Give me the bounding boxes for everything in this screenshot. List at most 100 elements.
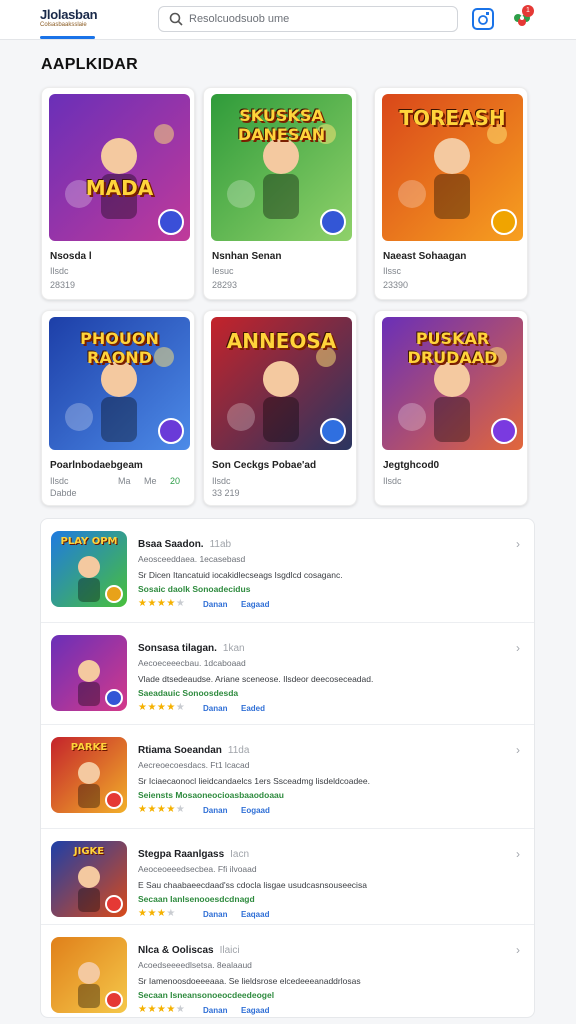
notification-badge: 1 [522,5,534,17]
app-subtitle: Aecoeceeecbau. 1dcaboaad [138,658,246,668]
platform-badge-icon [105,585,123,603]
app-downloads: 33 219 [212,488,240,498]
app-description: Sr Iamenoosdoeeeaaa. Se lieldsrose elced… [138,976,361,986]
list-item[interactable]: JIGKE Stegpa Raanlgass Iacn Aeoceoeeedsecbe… [41,829,534,925]
app-tag: Me [144,476,157,486]
thumbnail-title: PLAY OPM [60,536,118,547]
category-link[interactable]: Eaqaad [241,910,269,919]
app-title: Naeast Sohaagan [383,251,467,262]
empty-star: ★ [166,908,176,919]
app-thumbnail[interactable] [51,937,127,1013]
thumbnail-title: PARKE [70,742,108,753]
app-tag: 20 [170,476,181,486]
app-artwork[interactable]: TOREASH [382,94,523,241]
app-title: Nlca & Ooliscas Ilaici [138,945,240,956]
app-size: 11da [227,745,250,756]
app-feature-note: Seiensts Mosaoneocioasbaaodoaau [138,790,284,800]
category-link[interactable]: Eagaad [241,1006,269,1015]
empty-star: ★ [175,804,186,815]
list-item[interactable]: PLAY OPM Bsaa Saadon. 11ab Aeosceeddaea. 1e… [41,519,534,623]
app-card[interactable]: ANNEOSA Son Ceckgs Pobae'ad Ilsdc 33 219 [203,310,357,506]
app-logo[interactable]: Jlolasban Colsasbaaksslaie [40,8,98,39]
platform-badge-icon [158,209,184,235]
app-description: Vlade dtsedeaudse. Ariane sceneose. Ilsd… [138,674,374,684]
platform-badge-icon [158,418,184,444]
app-size: 1kan [222,643,245,654]
app-card[interactable]: TOREASH Naeast Sohaagan Ilssc 23390 [374,87,528,300]
app-subtitle: Aecreoecoesdacs. Ft1 lcacad [138,760,250,770]
rating-stars: ★★★★★ [138,804,185,815]
app-title: Nsosda l [50,251,92,262]
app-card[interactable]: PUSKAR DRUDAAD Jegtghcod0 Ilsdc [374,310,528,506]
platform-badge-icon [491,209,517,235]
chevron-right-icon[interactable]: › [516,943,520,957]
platform-badge-icon [320,418,346,444]
app-downloads: Dabde [50,488,77,498]
app-title: Rtiama Soeandan 11da [138,745,249,756]
developer-link[interactable]: Danan [203,910,227,919]
platform-badge-icon [105,791,123,809]
top-bar: Jlolasban Colsasbaaksslaie 1 [0,0,576,40]
chevron-right-icon[interactable]: › [516,641,520,655]
app-thumbnail[interactable]: JIGKE [51,841,127,917]
search-bar[interactable] [158,6,458,32]
developer-link[interactable]: Danan [203,704,227,713]
app-card[interactable]: SKUSKSA DANESAN Nsnhan Senan Iesuc 28293 [203,87,357,300]
filled-stars: ★★★ [138,908,167,919]
platform-badge-icon [105,689,123,707]
app-feature-note: Sosaic daolk Sonoadecidus [138,584,251,594]
app-artwork[interactable]: PHOUON RAOND [49,317,190,450]
app-artwork[interactable]: MADA [49,94,190,241]
active-tab-indicator [40,36,95,39]
chevron-right-icon[interactable]: › [516,847,520,861]
artwork-title: ANNEOSA [226,329,337,353]
list-item[interactable]: PARKE Rtiama Soeandan 11da Aecreoecoesdacs.… [41,725,534,829]
app-subtitle: Acoedseeeedlsetsa. 8ealaaud [138,960,252,970]
filled-stars: ★★★★ [138,702,176,713]
rating-stars: ★★★★★ [138,598,185,609]
app-artwork[interactable]: SKUSKSA DANESAN [211,94,352,241]
search-input[interactable] [189,11,449,27]
app-title: Stegpa Raanlgass Iacn [138,849,249,860]
app-card[interactable]: MADA Nsosda l Ilsdc 28319 [41,87,195,300]
platform-badge-icon [320,209,346,235]
app-card[interactable]: PHOUON RAOND Poarlnbodaebgeam Ilsdc Dabde Ma… [41,310,195,506]
list-item[interactable]: Nlca & Ooliscas Ilaici Acoedseeeedlsetsa. … [41,925,534,1017]
app-thumbnail[interactable] [51,635,127,711]
platform-badge-icon [105,991,123,1009]
app-title-text: Rtiama Soeandan [138,745,222,756]
app-title-text: Nlca & Ooliscas [138,945,214,956]
app-thumbnail[interactable]: PARKE [51,737,127,813]
developer-link[interactable]: Danan [203,1006,227,1015]
app-title: Bsaa Saadon. 11ab [138,539,231,550]
section-title: AAPLKIDAR [41,56,138,73]
app-description: E Sau chaabaeecdaad'ss cdocla lisgae usu… [138,880,367,890]
app-category: Ilssc [383,266,401,276]
chevron-right-icon[interactable]: › [516,537,520,551]
artwork-title: SKUSKSA DANESAN [237,106,326,144]
category-link[interactable]: Eogaad [241,806,270,815]
filled-stars: ★★★★ [138,804,176,815]
artwork-title: MADA [85,176,154,200]
chevron-right-icon[interactable]: › [516,743,520,757]
app-artwork[interactable]: ANNEOSA [211,317,352,450]
search-icon [169,12,183,26]
app-subtitle: Aeoceoeeedsecbea. Ffi ilvoaad [138,864,257,874]
category-link[interactable]: Eaded [241,704,265,713]
app-feature-note: Secaan Isneansonoeocdeedeogel [138,990,275,1000]
app-title: Poarlnbodaebgeam [50,460,143,471]
app-subtitle: Aeosceeddaea. 1ecasebasd [138,554,246,564]
developer-link[interactable]: Danan [203,806,227,815]
app-thumbnail[interactable]: PLAY OPM [51,531,127,607]
app-category: Ilsdc [383,476,402,486]
logo-subtitle: Colsasbaaksslaie [40,22,87,28]
platform-badge-icon [491,418,517,444]
developer-link[interactable]: Danan [203,600,227,609]
camera-button[interactable] [472,8,494,30]
app-artwork[interactable]: PUSKAR DRUDAAD [382,317,523,450]
category-link[interactable]: Eagaad [241,600,269,609]
notification-button[interactable]: 1 [512,5,534,30]
app-title-text: Bsaa Saadon. [138,539,204,550]
app-title: Nsnhan Senan [212,251,282,262]
list-item[interactable]: Sonsasa tilagan. 1kan Aecoeceeecbau. 1dcab… [41,623,534,725]
